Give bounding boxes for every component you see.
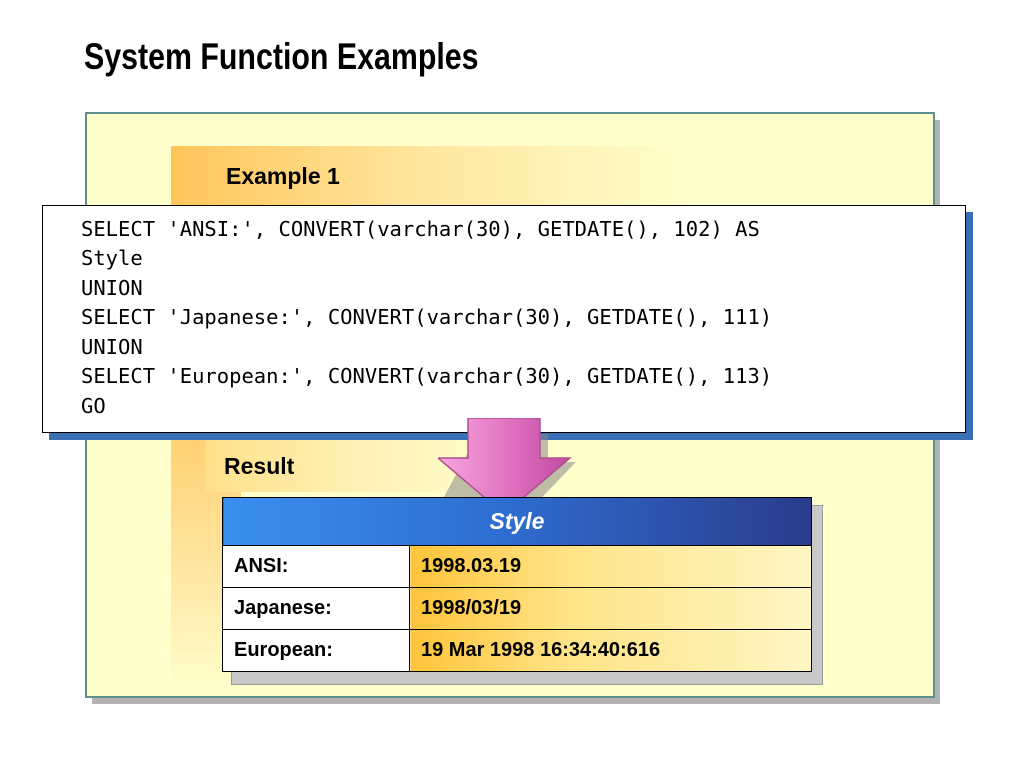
- code-line: SELECT 'ANSI:', CONVERT(varchar(30), GET…: [81, 217, 760, 241]
- code-line: GO: [81, 394, 106, 418]
- slide-title: System Function Examples: [84, 36, 479, 77]
- table-row: European: 19 Mar 1998 16:34:40:616: [222, 629, 812, 672]
- column-header-style: Style: [222, 497, 812, 546]
- row-name-cell: Japanese:: [222, 587, 410, 630]
- code-line: Style: [81, 246, 143, 270]
- code-box: SELECT 'ANSI:', CONVERT(varchar(30), GET…: [42, 205, 966, 433]
- row-name-cell: European:: [222, 629, 410, 672]
- result-label: Result: [224, 453, 295, 479]
- example-label: Example 1: [226, 163, 340, 189]
- row-value-cell: 1998.03.19: [409, 545, 812, 588]
- row-value-cell: 19 Mar 1998 16:34:40:616: [409, 629, 812, 672]
- row-value-cell: 1998/03/19: [409, 587, 812, 630]
- code-line: SELECT 'European:', CONVERT(varchar(30),…: [81, 364, 773, 388]
- code-line: UNION: [81, 276, 143, 300]
- table-row: Japanese: 1998/03/19: [222, 587, 812, 630]
- table-row: ANSI: 1998.03.19: [222, 545, 812, 588]
- code-line: UNION: [81, 335, 143, 359]
- code-line: SELECT 'Japanese:', CONVERT(varchar(30),…: [81, 305, 773, 329]
- result-table: Style ANSI: 1998.03.19 Japanese: 1998/03…: [222, 497, 812, 672]
- row-name-cell: ANSI:: [222, 545, 410, 588]
